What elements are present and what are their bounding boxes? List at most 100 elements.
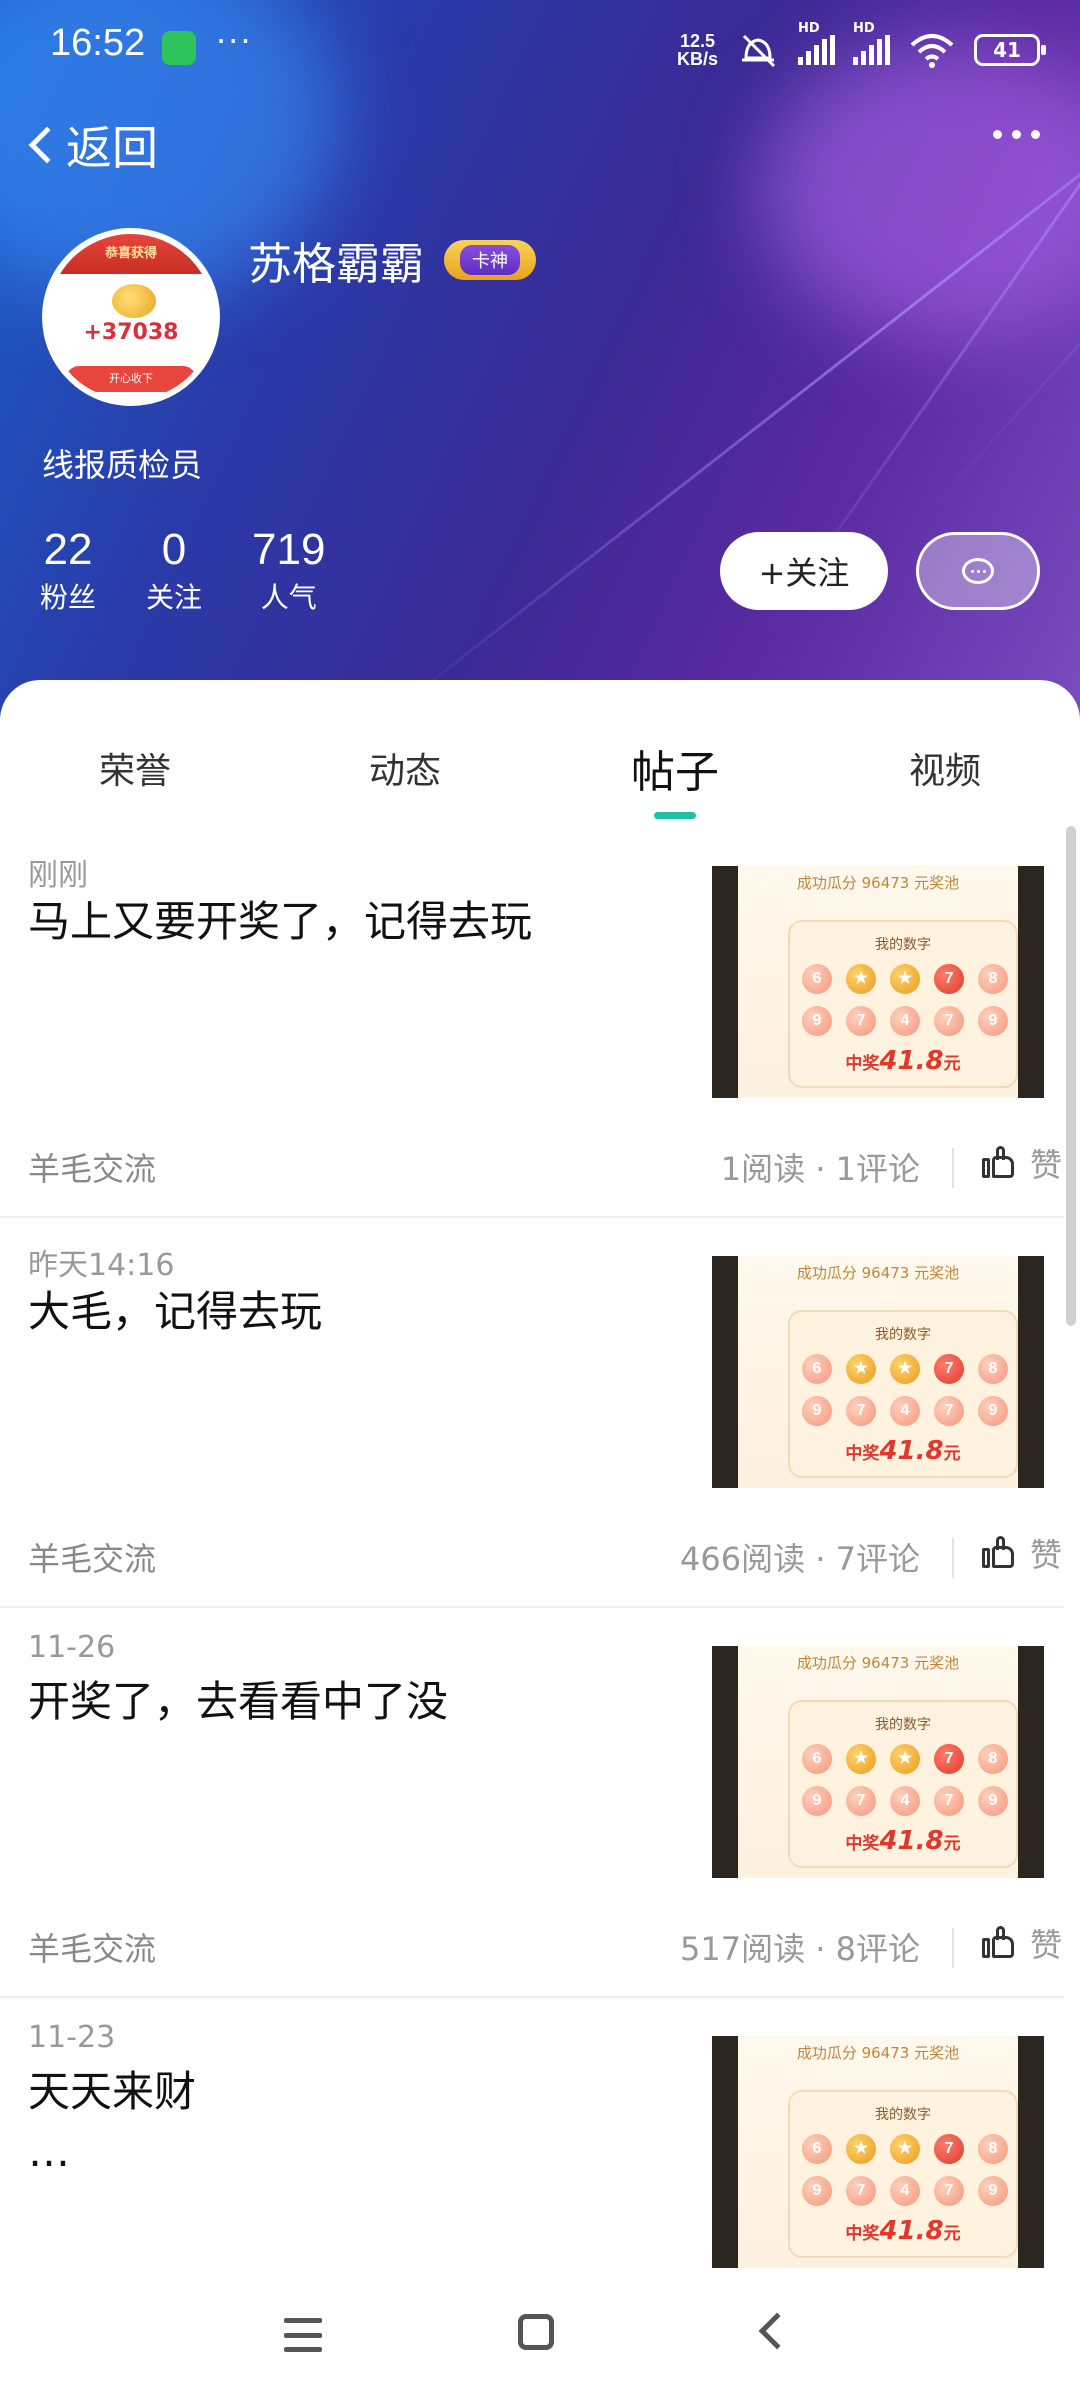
tab-videos[interactable]: 视频 bbox=[909, 742, 981, 794]
coin-icon bbox=[112, 284, 156, 318]
mute-bell-icon bbox=[742, 34, 776, 68]
lottery-ball: 4 bbox=[890, 1786, 920, 1816]
post-title: 大毛，记得去玩 bbox=[28, 1287, 323, 1336]
lottery-ball: 9 bbox=[978, 2176, 1008, 2206]
lottery-ball: 7 bbox=[846, 1786, 876, 1816]
lottery-ball: 4 bbox=[890, 1396, 920, 1426]
lottery-ball: 9 bbox=[802, 2176, 832, 2206]
more-dot-icon bbox=[1031, 130, 1040, 139]
scrollbar[interactable] bbox=[1066, 826, 1076, 1326]
post-time: 11-23 bbox=[28, 2020, 116, 2055]
recent-apps-button[interactable] bbox=[284, 2318, 322, 2352]
avatar[interactable]: 恭喜获得 +37038 开心收下 bbox=[42, 228, 220, 406]
post-thumbnail[interactable]: 成功瓜分 96473 元奖池 我的数字 6 ★ ★ 7 8 9 7 4 7 9 中奖41.8元 bbox=[712, 1256, 1044, 1488]
avatar-amount: +37038 bbox=[83, 320, 179, 345]
lottery-ball: 7 bbox=[934, 1396, 964, 1426]
lottery-ball: ★ bbox=[890, 1744, 920, 1774]
profile-stats: 22 粉丝 0 关注 719 人气 bbox=[40, 522, 325, 618]
post-time: 昨天14:16 bbox=[28, 1248, 175, 1283]
message-button[interactable] bbox=[916, 532, 1040, 610]
back-button[interactable]: 返回 bbox=[26, 112, 158, 178]
avatar-header-text: 恭喜获得 bbox=[104, 246, 157, 261]
like-label: 赞 bbox=[1029, 1146, 1062, 1184]
like-button[interactable]: 赞 bbox=[981, 1920, 1062, 1966]
stat-popularity[interactable]: 719 人气 bbox=[252, 522, 325, 618]
thumbs-up-icon bbox=[981, 1926, 1016, 1960]
like-button[interactable]: 赞 bbox=[981, 1530, 1062, 1576]
post-category[interactable]: 羊毛交流 bbox=[28, 1924, 156, 1970]
post-item[interactable]: 11-26 开奖了，去看看中了没 羊毛交流 517阅读 · 8评论赞成功瓜分 9647… bbox=[0, 1610, 1064, 1998]
more-dot-icon bbox=[1012, 130, 1021, 139]
user-title: 线报质检员 bbox=[42, 446, 203, 484]
signal-icon-sim1: HD bbox=[798, 21, 835, 65]
phone-call-icon bbox=[162, 31, 196, 65]
lottery-ball: 7 bbox=[934, 964, 964, 994]
lottery-ball: ★ bbox=[846, 1354, 876, 1384]
post-title: 马上又要开奖了，记得去玩 bbox=[28, 897, 533, 946]
post-item[interactable]: 昨天14:16 大毛，记得去玩 羊毛交流 466阅读 · 7评论赞成功瓜分 96473… bbox=[0, 1220, 1064, 1608]
divider bbox=[952, 1148, 954, 1188]
home-button[interactable] bbox=[518, 2314, 554, 2350]
post-category[interactable]: 羊毛交流 bbox=[28, 1534, 156, 1580]
post-title: 开奖了，去看看中了没 bbox=[28, 1677, 449, 1726]
tab-bar: 荣誉 动态 帖子 视频 bbox=[0, 680, 1080, 820]
status-icons: 12.5 KB/s HD HD 41 bbox=[676, 21, 1046, 72]
lottery-ball: ★ bbox=[846, 964, 876, 994]
divider bbox=[952, 1928, 954, 1968]
chevron-left-icon bbox=[28, 126, 66, 164]
post-thumbnail[interactable]: 成功瓜分 96473 元奖池 我的数字 6 ★ ★ 7 8 9 7 4 7 9 中奖41.8元 bbox=[712, 2036, 1044, 2268]
user-name: 苏格霸霸 bbox=[248, 239, 424, 290]
status-time: 16:52 bbox=[50, 22, 146, 64]
post-thumbnail[interactable]: 成功瓜分 96473 元奖池 我的数字 6 ★ ★ 7 8 9 7 4 7 9 中奖41.8元 bbox=[712, 1646, 1044, 1878]
lottery-ball: 4 bbox=[890, 1006, 920, 1036]
divider bbox=[952, 1538, 954, 1578]
follow-button[interactable]: +关注 bbox=[720, 532, 888, 610]
lottery-ball: 9 bbox=[978, 1786, 1008, 1816]
lottery-ball: 7 bbox=[846, 2176, 876, 2206]
lottery-ball: 7 bbox=[846, 1396, 876, 1426]
level-badge[interactable]: 卡神 bbox=[444, 240, 536, 280]
lottery-ball: 9 bbox=[802, 1786, 832, 1816]
more-notifications-icon: ··· bbox=[216, 22, 253, 60]
back-label: 返回 bbox=[66, 121, 158, 175]
lottery-ball: 6 bbox=[802, 1744, 832, 1774]
network-speed: 12.5 KB/s bbox=[676, 31, 718, 69]
lottery-ball: 6 bbox=[802, 1354, 832, 1384]
system-back-button[interactable] bbox=[758, 2312, 796, 2350]
battery-icon: 41 bbox=[974, 34, 1046, 66]
lottery-ball: 6 bbox=[802, 2134, 832, 2164]
lottery-ball: 4 bbox=[890, 2176, 920, 2206]
stat-fans[interactable]: 22 粉丝 bbox=[40, 522, 96, 618]
post-read-comment-count: 1阅读 · 1评论 bbox=[720, 1150, 920, 1188]
post-category[interactable]: 羊毛交流 bbox=[28, 1144, 156, 1190]
lottery-ball: 9 bbox=[802, 1396, 832, 1426]
tab-posts[interactable]: 帖子 bbox=[631, 736, 719, 800]
chat-bubble-icon bbox=[962, 558, 994, 584]
lottery-ball: ★ bbox=[890, 2134, 920, 2164]
thumbs-up-icon bbox=[981, 1146, 1016, 1180]
post-read-comment-count: 517阅读 · 8评论 bbox=[680, 1930, 920, 1968]
lottery-ball: ★ bbox=[846, 2134, 876, 2164]
lottery-ball: ★ bbox=[846, 1744, 876, 1774]
more-dot-icon bbox=[993, 130, 1002, 139]
post-time: 11-26 bbox=[28, 1630, 116, 1665]
signal-icon-sim2: HD bbox=[853, 21, 890, 65]
stat-following[interactable]: 0 关注 bbox=[146, 522, 202, 618]
lottery-ball: 7 bbox=[934, 1786, 964, 1816]
thumbs-up-icon bbox=[981, 1536, 1016, 1570]
like-label: 赞 bbox=[1029, 1536, 1062, 1574]
post-item[interactable]: 刚刚 马上又要开奖了，记得去玩 羊毛交流 1阅读 · 1评论赞成功瓜分 96473 元… bbox=[0, 830, 1064, 1218]
lottery-ball: 7 bbox=[934, 1354, 964, 1384]
status-bar: 16:52 ··· 12.5 KB/s HD HD 41 bbox=[0, 0, 1080, 96]
lottery-ball: ★ bbox=[890, 1354, 920, 1384]
active-tab-indicator bbox=[654, 812, 696, 819]
tab-activity[interactable]: 动态 bbox=[369, 742, 441, 794]
lottery-ball: ★ bbox=[890, 964, 920, 994]
lottery-ball: 8 bbox=[978, 2134, 1008, 2164]
more-options-button[interactable] bbox=[993, 130, 1040, 139]
tab-honor[interactable]: 荣誉 bbox=[99, 742, 171, 794]
post-thumbnail[interactable]: 成功瓜分 96473 元奖池 我的数字 6 ★ ★ 7 8 9 7 4 7 9 中奖41.8元 bbox=[712, 866, 1044, 1098]
lottery-ball: 8 bbox=[978, 1354, 1008, 1384]
like-button[interactable]: 赞 bbox=[981, 1140, 1062, 1186]
post-title: 天天来财… bbox=[28, 2067, 197, 2176]
